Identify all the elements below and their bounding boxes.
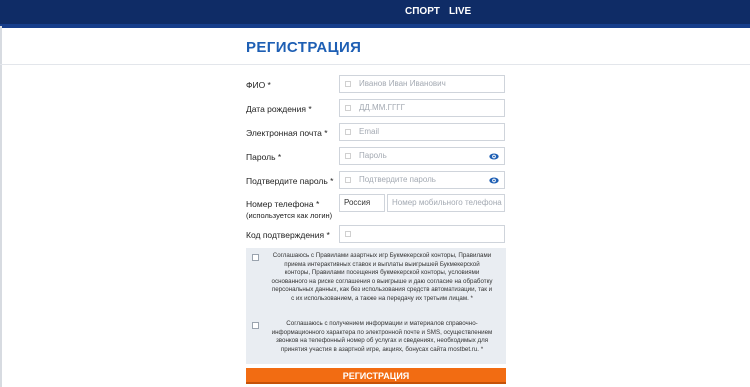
rules-consent-line: основанного на риске соглашения о выигры… [271, 277, 493, 285]
fio-placeholder: Иванов Иван Иванович [359, 79, 446, 88]
confirmation-code-input[interactable] [339, 225, 505, 243]
confirm-password-input[interactable]: Подтвердите пароль [339, 171, 505, 189]
register-button[interactable]: РЕГИСТРАЦИЯ [246, 368, 506, 384]
field-marker-icon [345, 105, 351, 111]
rules-consent-line: персональных данных, как без использован… [271, 286, 493, 294]
nav-link-sport[interactable]: СПОРТ [405, 0, 440, 26]
field-marker-icon [345, 177, 351, 183]
field-marker-icon [345, 153, 351, 159]
registration-page: СПОРТ LIVE РЕГИСТРАЦИЯ ФИО * Иванов Иван… [0, 0, 750, 387]
fio-input[interactable]: Иванов Иван Иванович [339, 75, 505, 93]
info-consent-line: Соглашаюсь с получением информации и мат… [286, 320, 478, 327]
info-consent-checkbox[interactable] [252, 322, 259, 329]
phone-placeholder: Номер мобильного телефона [392, 198, 502, 207]
title-divider [0, 64, 750, 65]
rules-consent-checkbox[interactable] [252, 254, 259, 261]
fio-label: ФИО * [246, 80, 271, 90]
email-placeholder: Email [359, 127, 380, 136]
page-title: РЕГИСТРАЦИЯ [246, 39, 362, 56]
dob-input[interactable]: ДД.ММ.ГГГГ [339, 99, 505, 117]
field-marker-icon [345, 129, 351, 135]
nav-link-live[interactable]: LIVE [449, 0, 471, 26]
country-value: Россия [344, 198, 371, 207]
show-confirm-password-eye-icon[interactable] [489, 176, 499, 185]
header-bottom-strip [0, 24, 750, 28]
rules-consent-line: Соглашаюсь с Правилами азартных игр Букм… [272, 252, 492, 259]
rules-consent-line: с их использованием, а также на передачу… [291, 294, 473, 302]
confirm-password-placeholder: Подтвердите пароль [359, 175, 436, 184]
phone-input[interactable]: Номер мобильного телефона [387, 194, 505, 212]
field-marker-icon [345, 81, 351, 87]
phone-label: Номер телефона * [246, 199, 320, 209]
password-placeholder: Пароль [359, 151, 387, 160]
confirm-password-label: Подтвердите пароль * [246, 176, 334, 186]
email-label: Электронная почта * [246, 128, 328, 138]
email-input[interactable]: Email [339, 123, 505, 141]
info-consent-line: звонков на телефонный номер об услугах и… [275, 337, 489, 345]
dob-label: Дата рождения * [246, 104, 312, 114]
info-consent-line: информационного характера по электронной… [271, 328, 493, 336]
password-label: Пароль * [246, 152, 282, 162]
field-marker-icon [345, 231, 351, 237]
rules-consent-line: приема интерактивных ставок и выплаты вы… [284, 260, 480, 268]
consent-panel: Соглашаюсь с Правилами азартных игр Букм… [246, 248, 506, 364]
top-navigation-bar: СПОРТ LIVE [0, 0, 750, 26]
password-input[interactable]: Пароль [339, 147, 505, 165]
rules-consent-line: конторы, Правилами посещения букмекерско… [284, 269, 480, 277]
left-border [0, 26, 2, 387]
code-label: Код подтверждения * [246, 230, 330, 240]
phone-sublabel: (используется как логин) [246, 211, 333, 220]
country-select[interactable]: Россия [339, 194, 385, 212]
info-consent-text: Соглашаюсь с получением информации и мат… [262, 320, 502, 354]
rules-consent-text: Соглашаюсь с Правилами азартных игр Букм… [262, 252, 502, 304]
dob-placeholder: ДД.ММ.ГГГГ [359, 103, 405, 112]
show-password-eye-icon[interactable] [489, 152, 499, 161]
info-consent-line: принятия участия в азартной игре, акциях… [280, 345, 484, 353]
